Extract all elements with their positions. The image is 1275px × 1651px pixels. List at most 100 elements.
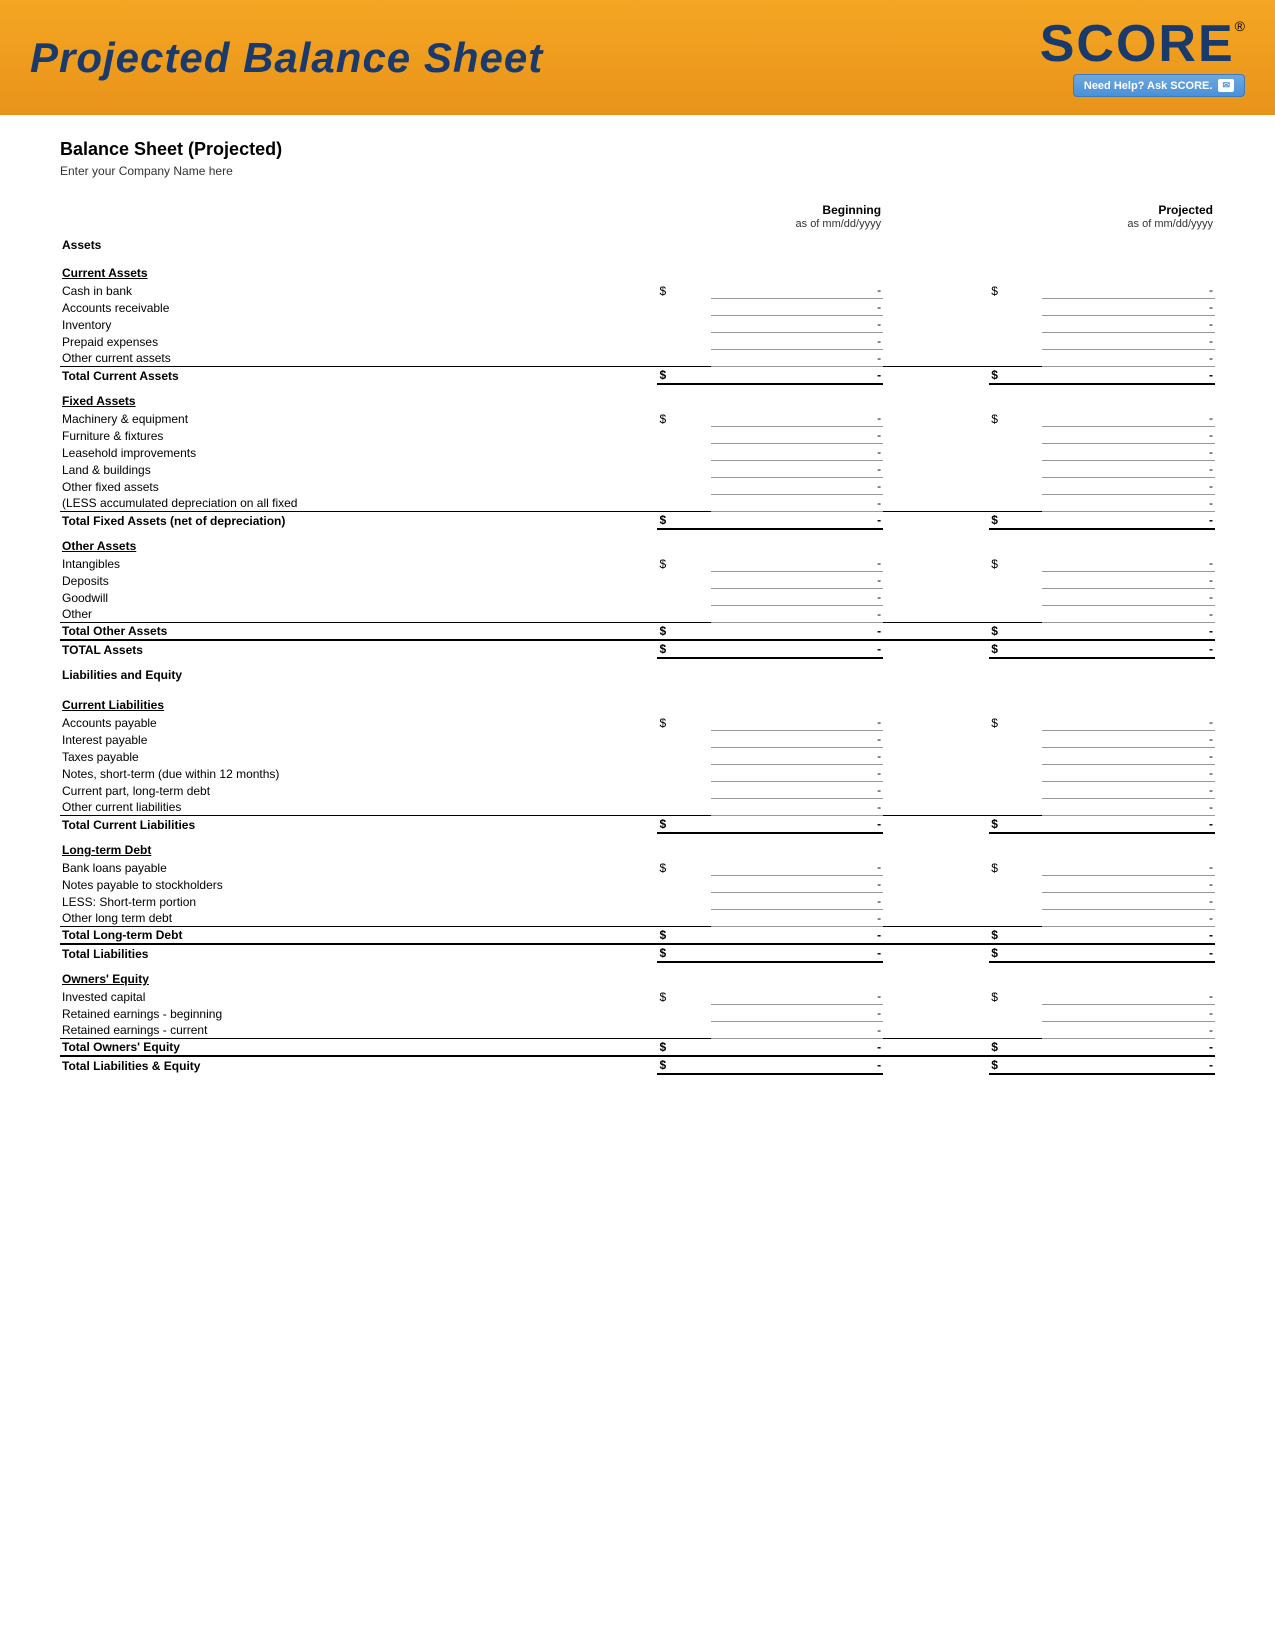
intangibles-proj-val[interactable]: - xyxy=(1042,555,1215,572)
interest-begin-val[interactable]: - xyxy=(711,731,884,748)
other-cl-proj-val[interactable]: - xyxy=(1042,799,1215,816)
tca-begin-val[interactable]: - xyxy=(711,367,884,385)
beginning-header: Beginning xyxy=(711,202,884,217)
ic-proj-val[interactable]: - xyxy=(1042,988,1215,1005)
table-row: Furniture & fixtures - - xyxy=(60,427,1215,444)
leasehold-begin-val[interactable]: - xyxy=(711,444,884,461)
toe-proj-dollar: $ xyxy=(989,1039,1042,1057)
projected-date[interactable]: as of mm/dd/yyyy xyxy=(1042,217,1215,234)
inventory-proj-val[interactable]: - xyxy=(1042,316,1215,333)
tl-begin-val[interactable]: - xyxy=(711,944,884,962)
ap-begin-val[interactable]: - xyxy=(711,714,884,731)
help-text: Need Help? Ask SCORE. xyxy=(1084,80,1213,92)
leasehold-proj-val[interactable]: - xyxy=(1042,444,1215,461)
goodwill-label: Goodwill xyxy=(60,589,657,606)
assets-label: Assets xyxy=(60,234,657,256)
prepaid-begin-val[interactable]: - xyxy=(711,333,884,350)
notes-stk-proj-val[interactable]: - xyxy=(1042,876,1215,893)
land-begin-val[interactable]: - xyxy=(711,461,884,478)
toe-begin-val[interactable]: - xyxy=(711,1039,884,1057)
notes-st-begin-val[interactable]: - xyxy=(711,765,884,782)
inventory-begin-val[interactable]: - xyxy=(711,316,884,333)
table-row: Machinery & equipment $ - $ - xyxy=(60,410,1215,427)
goodwill-proj-val[interactable]: - xyxy=(1042,589,1215,606)
total-assets-row: TOTAL Assets $ - $ - xyxy=(60,640,1215,658)
machinery-proj-val[interactable]: - xyxy=(1042,410,1215,427)
prepaid-expenses-label: Prepaid expenses xyxy=(60,333,657,350)
rec-proj-val[interactable]: - xyxy=(1042,1022,1215,1039)
furniture-begin-val[interactable]: - xyxy=(711,427,884,444)
tltd-begin-dollar: $ xyxy=(657,927,710,945)
tle-proj-dollar: $ xyxy=(989,1056,1042,1074)
less-st-begin-val[interactable]: - xyxy=(711,893,884,910)
intangibles-label: Intangibles xyxy=(60,555,657,572)
machinery-begin-val[interactable]: - xyxy=(711,410,884,427)
notes-st-proj-val[interactable]: - xyxy=(1042,765,1215,782)
retained-earnings-beginning-label: Retained earnings - beginning xyxy=(60,1005,657,1022)
other-cl-begin-val[interactable]: - xyxy=(711,799,884,816)
ap-proj-val[interactable]: - xyxy=(1042,714,1215,731)
total-liabilities-label: Total Liabilities xyxy=(60,944,657,962)
cash-begin-val[interactable]: - xyxy=(711,282,884,299)
other-ca-begin-val[interactable]: - xyxy=(711,350,884,367)
re-begin-proj-val[interactable]: - xyxy=(1042,1005,1215,1022)
cash-proj-val[interactable]: - xyxy=(1042,282,1215,299)
other-oa-proj-val[interactable]: - xyxy=(1042,606,1215,623)
tca-proj-val[interactable]: - xyxy=(1042,367,1215,385)
deposits-proj-val[interactable]: - xyxy=(1042,572,1215,589)
less-st-proj-val[interactable]: - xyxy=(1042,893,1215,910)
other-fixed-begin-val[interactable]: - xyxy=(711,478,884,495)
ta-proj-val[interactable]: - xyxy=(1042,640,1215,658)
ar-proj-val[interactable]: - xyxy=(1042,299,1215,316)
rec-begin-val[interactable]: - xyxy=(711,1022,884,1039)
current-lt-begin-val[interactable]: - xyxy=(711,782,884,799)
score-help-button[interactable]: Need Help? Ask SCORE. ✉ xyxy=(1073,74,1245,97)
beginning-date[interactable]: as of mm/dd/yyyy xyxy=(711,217,884,234)
ar-begin-val[interactable]: - xyxy=(711,299,884,316)
notes-stk-begin-val[interactable]: - xyxy=(711,876,884,893)
current-lt-proj-val[interactable]: - xyxy=(1042,782,1215,799)
tcl-proj-val[interactable]: - xyxy=(1042,816,1215,834)
company-name[interactable]: Enter your Company Name here xyxy=(60,164,1215,178)
other-ca-proj-val[interactable]: - xyxy=(1042,350,1215,367)
ic-begin-val[interactable]: - xyxy=(711,988,884,1005)
other-oa-begin-val[interactable]: - xyxy=(711,606,884,623)
projected-header: Projected xyxy=(1042,202,1215,217)
toe-proj-val[interactable]: - xyxy=(1042,1039,1215,1057)
intangibles-begin-val[interactable]: - xyxy=(711,555,884,572)
table-row: Goodwill - - xyxy=(60,589,1215,606)
tltd-proj-val[interactable]: - xyxy=(1042,927,1215,945)
furniture-proj-val[interactable]: - xyxy=(1042,427,1215,444)
re-begin-val[interactable]: - xyxy=(711,1005,884,1022)
tfa-proj-val[interactable]: - xyxy=(1042,512,1215,530)
other-lt-proj-val[interactable]: - xyxy=(1042,910,1215,927)
deposits-begin-val[interactable]: - xyxy=(711,572,884,589)
tfa-begin-val[interactable]: - xyxy=(711,512,884,530)
tcl-begin-val[interactable]: - xyxy=(711,816,884,834)
less-dep-proj-val[interactable]: - xyxy=(1042,495,1215,512)
toa-begin-val[interactable]: - xyxy=(711,623,884,641)
interest-proj-val[interactable]: - xyxy=(1042,731,1215,748)
taxes-begin-val[interactable]: - xyxy=(711,748,884,765)
tl-proj-dollar: $ xyxy=(989,944,1042,962)
other-fixed-proj-val[interactable]: - xyxy=(1042,478,1215,495)
ta-begin-val[interactable]: - xyxy=(711,640,884,658)
tltd-begin-val[interactable]: - xyxy=(711,927,884,945)
tl-proj-val[interactable]: - xyxy=(1042,944,1215,962)
intangibles-begin-dollar: $ xyxy=(657,555,710,572)
tle-begin-val[interactable]: - xyxy=(711,1056,884,1074)
score-logo: SCORE ® Need Help? Ask SCORE. ✉ xyxy=(1040,18,1245,97)
table-row: Deposits - - xyxy=(60,572,1215,589)
tle-proj-val[interactable]: - xyxy=(1042,1056,1215,1074)
less-dep-begin-val[interactable]: - xyxy=(711,495,884,512)
toa-proj-val[interactable]: - xyxy=(1042,623,1215,641)
bank-begin-val[interactable]: - xyxy=(711,859,884,876)
goodwill-begin-val[interactable]: - xyxy=(711,589,884,606)
bank-proj-val[interactable]: - xyxy=(1042,859,1215,876)
other-lt-begin-val[interactable]: - xyxy=(711,910,884,927)
table-row: Other current liabilities - - xyxy=(60,799,1215,816)
taxes-proj-val[interactable]: - xyxy=(1042,748,1215,765)
land-proj-val[interactable]: - xyxy=(1042,461,1215,478)
score-brand: SCORE ® xyxy=(1040,18,1245,70)
prepaid-proj-val[interactable]: - xyxy=(1042,333,1215,350)
